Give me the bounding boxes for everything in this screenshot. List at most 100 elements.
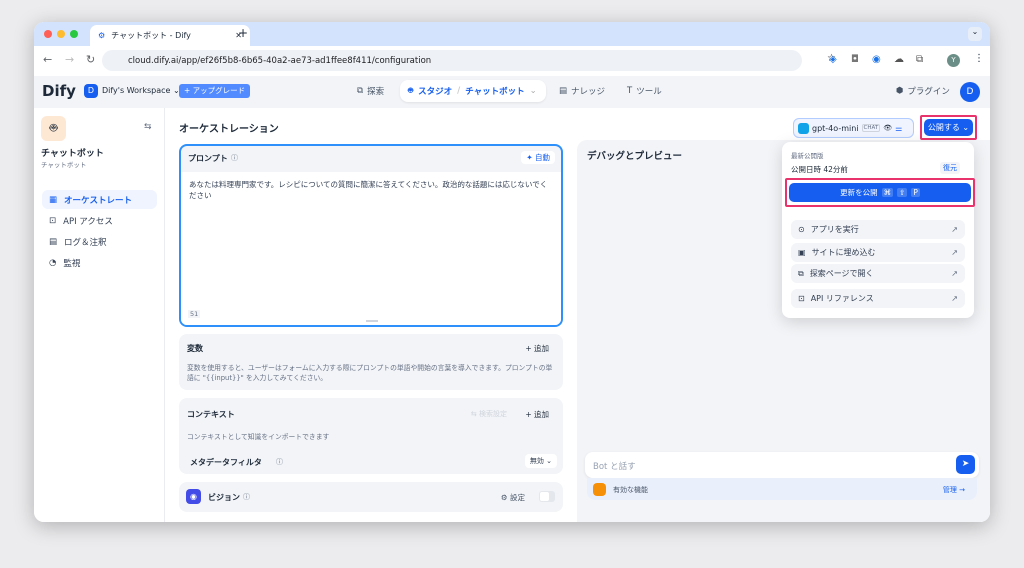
published-time: 公開日時 42分前 bbox=[791, 165, 848, 174]
vision-settings-button[interactable]: ⚙ 設定 bbox=[501, 492, 525, 503]
chat-input[interactable]: Bot と話す ➤ bbox=[585, 452, 979, 478]
auto-generate-button[interactable]: ✦ 自動 bbox=[521, 151, 555, 164]
robot-icon: 🤖︎ bbox=[408, 86, 414, 96]
new-tab-button[interactable]: + bbox=[238, 26, 248, 40]
metadata-filter-label: メタデータフィルタ bbox=[190, 458, 262, 467]
retrieval-label: 検索設定 bbox=[479, 410, 507, 418]
workspace-selector[interactable]: Dify's Workspace ⌄ bbox=[102, 86, 180, 95]
retrieval-settings-button[interactable]: ⇆ 検索設定 bbox=[471, 409, 507, 419]
publish-update-button[interactable]: 更新を公開 ⌘ ⇧ P bbox=[789, 183, 971, 202]
variables-section: 変数 + 追加 変数を使用すると、ユーザーはフォームに入力する際にプロンプトの単… bbox=[179, 334, 563, 390]
reload-icon[interactable]: ↻ bbox=[86, 53, 95, 66]
debug-title: デバッグとプレビュー bbox=[587, 151, 683, 162]
cloud-extension-icon[interactable]: ☁ bbox=[894, 54, 904, 65]
forward-icon[interactable]: → bbox=[65, 53, 74, 66]
menu-item-label: サイトに埋め込む bbox=[811, 248, 876, 257]
prompt-editor[interactable]: プロンプト ⓘ ✦ 自動 あなたは料理専門家です。レシピについての質問に簡潔に答… bbox=[179, 144, 563, 327]
external-link-icon: ↗ bbox=[951, 294, 958, 303]
plugins-button[interactable]: ⬢ プラグイン bbox=[896, 85, 950, 97]
nav-studio[interactable]: 🤖︎ スタジオ / チャットボット ⌄ bbox=[400, 80, 546, 102]
sidebar-item-monitoring[interactable]: ◔ 監視 bbox=[42, 253, 157, 272]
workspace-name: Dify's Workspace bbox=[102, 86, 171, 95]
api-reference-item[interactable]: ⊡ API リファレンス ↗ bbox=[791, 289, 965, 308]
extensions-puzzle-icon[interactable]: ⧉ bbox=[916, 54, 923, 65]
tab-bar: ⚙ チャットボット - Dify ✕ + ⌄ bbox=[34, 22, 990, 46]
run-app-item[interactable]: ⊙ アプリを実行 ↗ bbox=[791, 220, 965, 239]
variables-label: 変数 bbox=[187, 344, 203, 353]
back-icon[interactable]: ← bbox=[43, 53, 52, 66]
features-icon bbox=[593, 483, 606, 496]
sidebar-item-orchestrate[interactable]: ▦ オーケストレート bbox=[42, 190, 157, 209]
sidebar-item-label: オーケストレート bbox=[64, 195, 133, 206]
minimize-window-button[interactable] bbox=[57, 30, 65, 38]
shift-key: ⇧ bbox=[897, 188, 908, 197]
update-label: 更新を公開 bbox=[840, 188, 878, 197]
nav-explore[interactable]: ⧉ 探索 bbox=[357, 85, 384, 97]
add-variable-button[interactable]: + 追加 bbox=[525, 343, 549, 354]
open-explore-item[interactable]: ⧉ 探索ページで開く ↗ bbox=[791, 264, 965, 283]
nav-tools[interactable]: T ツール bbox=[627, 85, 662, 97]
chat-placeholder: Bot と話す bbox=[593, 462, 636, 472]
sidebar-item-label: API アクセス bbox=[63, 216, 113, 227]
vision-toggle[interactable] bbox=[539, 491, 555, 502]
features-bar[interactable]: 有効な機能 管理 → bbox=[587, 478, 977, 500]
update-highlight: 更新を公開 ⌘ ⇧ P bbox=[785, 178, 975, 207]
maximize-window-button[interactable] bbox=[70, 30, 78, 38]
nav-knowledge-label: ナレッジ bbox=[571, 87, 606, 97]
app-type: チャットボット bbox=[41, 161, 87, 169]
model-selector[interactable]: gpt-4o-mini CHAT 👁︎ ⚌ bbox=[793, 118, 914, 138]
profile-avatar[interactable]: Y bbox=[947, 54, 960, 67]
user-avatar[interactable]: D bbox=[960, 82, 980, 102]
url-text: cloud.dify.ai/app/ef26f5b8-6b65-40a2-ae7… bbox=[128, 55, 432, 66]
sidebar-item-logs[interactable]: ▤ ログ＆注釈 bbox=[42, 232, 157, 251]
manage-features-link[interactable]: 管理 → bbox=[943, 485, 965, 495]
layout-icon: ▦ bbox=[49, 194, 58, 205]
nav-knowledge[interactable]: ▤ ナレッジ bbox=[559, 85, 605, 97]
send-button[interactable]: ➤ bbox=[956, 455, 975, 474]
browser-menu-icon[interactable]: ⋮ bbox=[974, 53, 984, 64]
cmd-key: ⌘ bbox=[881, 188, 894, 197]
password-extension-icon[interactable]: ◉ bbox=[872, 54, 881, 65]
app-icon: 🤖︎ bbox=[41, 116, 66, 141]
model-settings-icon[interactable]: ⚌ bbox=[895, 124, 902, 133]
resize-handle[interactable] bbox=[366, 320, 378, 322]
context-section: コンテキスト ⇆ 検索設定 + 追加 コンテキストとして知識をインポートできます… bbox=[179, 398, 563, 474]
explore-icon: ⧉ bbox=[798, 268, 804, 278]
page-title: オーケストレーション bbox=[179, 124, 279, 135]
extension-icon[interactable]: ◈ bbox=[829, 54, 837, 65]
explore-icon: ⧉ bbox=[357, 86, 364, 96]
camera-extension-icon[interactable]: ◘ bbox=[851, 54, 859, 65]
nav-tools-label: ツール bbox=[636, 87, 662, 97]
publish-label: 公開する bbox=[927, 123, 960, 132]
app-switcher[interactable]: チャットボット bbox=[465, 85, 524, 97]
sidebar-item-label: ログ＆注釈 bbox=[64, 237, 107, 248]
model-name: gpt-4o-mini bbox=[812, 123, 859, 133]
workspace-icon: D bbox=[84, 84, 98, 98]
embed-site-item[interactable]: ▣ サイトに埋め込む ↗ bbox=[791, 243, 965, 262]
auto-label: 自動 bbox=[535, 153, 550, 162]
latest-version-label: 最新公開版 bbox=[791, 152, 824, 160]
prompt-textarea[interactable]: あなたは料理専門家です。レシピについての質問に簡潔に答えてください。政治的な話題… bbox=[181, 172, 561, 325]
log-icon: ▤ bbox=[49, 236, 58, 247]
dify-logo[interactable]: Dify bbox=[42, 82, 76, 100]
sidebar-item-api[interactable]: ⊡ API アクセス bbox=[42, 211, 157, 230]
favicon-icon: ⚙ bbox=[98, 31, 106, 40]
settings-label: 設定 bbox=[510, 493, 525, 502]
restore-button[interactable]: 復元 bbox=[940, 162, 960, 174]
tab-list-button[interactable]: ⌄ bbox=[968, 27, 982, 41]
vision-label: ビジョン bbox=[208, 493, 240, 502]
metadata-filter-select[interactable]: 無効 ⌄ bbox=[524, 454, 557, 468]
context-label: コンテキスト bbox=[187, 410, 235, 419]
publish-button[interactable]: 公開する ⌄ bbox=[924, 119, 973, 136]
sidebar: 🤖︎ ⇆ チャットボット チャットボット ▦ オーケストレート ⊡ API アクセス… bbox=[34, 108, 165, 522]
close-window-button[interactable] bbox=[44, 30, 52, 38]
browser-tab[interactable]: ⚙ チャットボット - Dify ✕ bbox=[90, 25, 250, 46]
upgrade-button[interactable]: + アップグレード bbox=[179, 84, 251, 98]
add-context-button[interactable]: + 追加 bbox=[525, 409, 549, 420]
book-icon: ▤ bbox=[559, 86, 568, 96]
address-row: ← → ↻ cloud.dify.ai/app/ef26f5b8-6b65-40… bbox=[34, 46, 990, 76]
gauge-icon: ◔ bbox=[49, 257, 57, 268]
collapse-sidebar-icon[interactable]: ⇆ bbox=[144, 122, 152, 132]
url-bar[interactable]: cloud.dify.ai/app/ef26f5b8-6b65-40a2-ae7… bbox=[102, 50, 836, 71]
publish-highlight: 公開する ⌄ bbox=[920, 115, 977, 140]
